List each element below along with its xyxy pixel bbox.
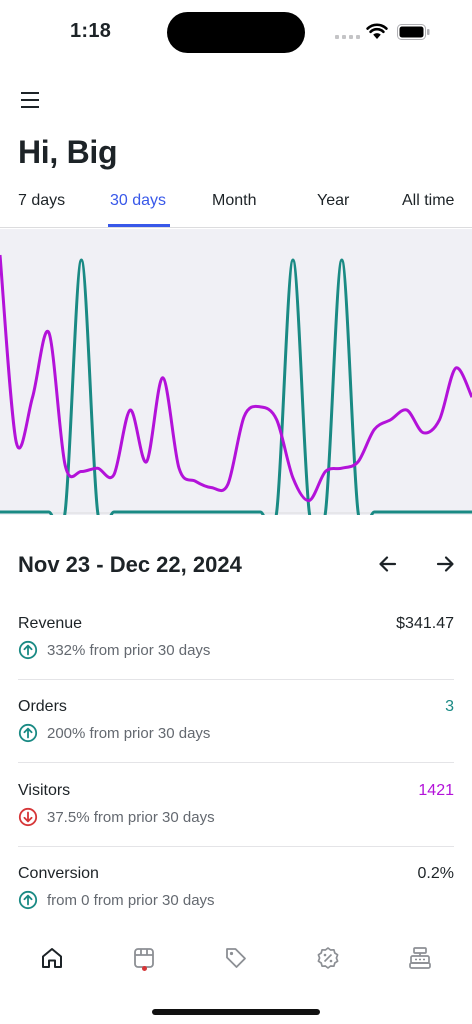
- chart-svg: [0, 254, 472, 515]
- tabbar-discounts[interactable]: [308, 938, 348, 978]
- tabbar-home[interactable]: [32, 938, 72, 978]
- stat-visitors[interactable]: Visitors 1421 37.5% from prior 30 days: [18, 782, 454, 866]
- arrow-up-circle-icon: [18, 890, 38, 910]
- home-indicator: [152, 1009, 320, 1015]
- stat-value: 3: [445, 698, 454, 715]
- arrow-up-circle-icon: [18, 640, 38, 660]
- arrow-left-icon: [379, 556, 397, 572]
- stat-label: Conversion: [18, 865, 99, 882]
- stat-change: 37.5% from prior 30 days: [18, 807, 215, 827]
- stat-value: 1421: [418, 782, 454, 799]
- stat-change: 200% from prior 30 days: [18, 723, 210, 743]
- tabbar-products[interactable]: [216, 938, 256, 978]
- date-range-title: Nov 23 - Dec 22, 2024: [18, 552, 242, 577]
- cellular-signal-icon: [335, 35, 360, 39]
- status-bar: 1:18: [0, 0, 472, 64]
- status-time: 1:18: [70, 20, 112, 42]
- home-icon: [42, 948, 62, 968]
- arrow-up-circle-icon: [18, 723, 38, 743]
- stat-revenue[interactable]: Revenue $341.47 332% from prior 30 days: [18, 615, 454, 699]
- divider: [18, 762, 454, 763]
- tabbar-orders[interactable]: [124, 938, 164, 978]
- stat-label: Visitors: [18, 782, 71, 799]
- page-title: Hi, Big: [18, 134, 118, 170]
- visitors-series-line: [0, 254, 472, 503]
- discount-badge-icon: [317, 947, 339, 969]
- stat-label: Revenue: [18, 615, 83, 632]
- stat-change: 332% from prior 30 days: [18, 640, 210, 660]
- stat-change-text: 200% from prior 30 days: [47, 724, 211, 742]
- next-period-button[interactable]: [431, 550, 459, 578]
- tab-30-days[interactable]: 30 days: [110, 192, 166, 210]
- divider: [18, 679, 454, 680]
- arrow-down-circle-icon: [18, 807, 38, 827]
- tab-all-time[interactable]: All time: [402, 192, 454, 210]
- arrow-right-icon: [436, 556, 454, 572]
- wifi-icon: [366, 23, 388, 39]
- divider: [18, 846, 454, 847]
- tabbar-point-of-sale[interactable]: [400, 938, 440, 978]
- stat-value: $341.47: [396, 615, 454, 632]
- menu-icon: [21, 92, 39, 94]
- stat-change-text: 37.5% from prior 30 days: [47, 808, 215, 826]
- dynamic-island: [167, 12, 305, 53]
- stat-orders[interactable]: Orders 3 200% from prior 30 days: [18, 698, 454, 782]
- tab-month[interactable]: Month: [212, 192, 256, 210]
- battery-icon: [397, 24, 430, 40]
- stat-value: 0.2%: [417, 865, 454, 882]
- period-tabs: 7 days 30 days Month Year All time: [0, 184, 472, 228]
- tab-7-days[interactable]: 7 days: [18, 192, 65, 210]
- active-tab-indicator: [108, 224, 170, 227]
- previous-period-button[interactable]: [374, 550, 402, 578]
- stats-chart[interactable]: [0, 229, 472, 515]
- tag-icon: [226, 948, 246, 968]
- notification-dot: [142, 966, 147, 971]
- stat-change-text: 332% from prior 30 days: [47, 641, 211, 659]
- stat-change: from 0 from prior 30 days: [18, 890, 215, 910]
- stat-label: Orders: [18, 698, 67, 715]
- cash-register-icon: [409, 947, 431, 969]
- stat-change-text: from 0 from prior 30 days: [47, 891, 215, 909]
- tab-year[interactable]: Year: [317, 192, 349, 210]
- menu-button[interactable]: [18, 88, 44, 112]
